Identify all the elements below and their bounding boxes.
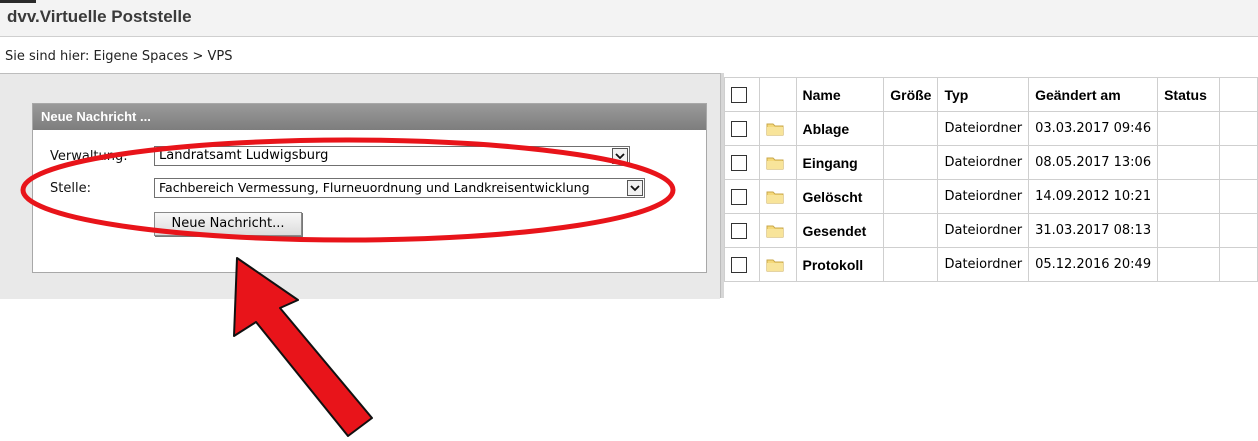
row-icon-cell bbox=[759, 213, 797, 248]
row-size bbox=[883, 111, 939, 146]
row-icon-cell bbox=[759, 247, 797, 282]
row-modified: 31.03.2017 08:13 bbox=[1028, 213, 1159, 248]
table-header-row: Name Größe Typ Geändert am Status bbox=[723, 77, 1258, 112]
row-checkbox[interactable] bbox=[731, 256, 747, 273]
verwaltung-select[interactable]: Landratsamt Ludwigsburg bbox=[154, 146, 630, 166]
row-type: Dateiordner bbox=[937, 145, 1030, 180]
chevron-down-icon[interactable] bbox=[612, 148, 628, 164]
folder-icon bbox=[766, 225, 784, 237]
row-type: Dateiordner bbox=[937, 179, 1030, 214]
row-status bbox=[1157, 247, 1220, 282]
column-header-modified[interactable]: Geändert am bbox=[1028, 77, 1159, 112]
row-modified: 03.03.2017 09:46 bbox=[1028, 111, 1159, 146]
header-icon-cell bbox=[759, 77, 797, 112]
row-select-cell bbox=[723, 213, 761, 248]
stelle-select-value: Fachbereich Vermessung, Flurneuordnung u… bbox=[159, 180, 590, 195]
row-name[interactable]: Eingang bbox=[795, 145, 885, 180]
row-type: Dateiordner bbox=[937, 247, 1030, 282]
column-header-status[interactable]: Status bbox=[1157, 77, 1220, 112]
panel-header-title: Neue Nachricht ... bbox=[41, 109, 151, 124]
folder-icon bbox=[766, 191, 784, 203]
column-header-name[interactable]: Name bbox=[795, 77, 885, 112]
row-modified: 05.12.2016 20:49 bbox=[1028, 247, 1159, 282]
column-header-type[interactable]: Typ bbox=[937, 77, 1030, 112]
row-size bbox=[883, 145, 939, 180]
new-message-button[interactable]: Neue Nachricht... bbox=[154, 212, 302, 236]
table-row[interactable]: Eingang Dateiordner 08.05.2017 13:06 bbox=[723, 145, 1258, 180]
row-status bbox=[1157, 213, 1220, 248]
row-extra bbox=[1218, 111, 1258, 146]
row-name[interactable]: Gelöscht bbox=[795, 179, 885, 214]
row-modified: 14.09.2012 10:21 bbox=[1028, 179, 1159, 214]
row-name[interactable]: Protokoll bbox=[795, 247, 885, 282]
header-select-cell bbox=[723, 77, 761, 112]
chevron-down-icon[interactable] bbox=[627, 180, 643, 196]
row-extra bbox=[1218, 247, 1258, 282]
row-status bbox=[1157, 111, 1220, 146]
row-checkbox[interactable] bbox=[731, 188, 747, 205]
select-all-checkbox[interactable] bbox=[731, 87, 747, 104]
title-accent bbox=[0, 0, 36, 3]
stelle-select[interactable]: Fachbereich Vermessung, Flurneuordnung u… bbox=[154, 178, 645, 198]
row-name[interactable]: Gesendet bbox=[795, 213, 885, 248]
folder-icon bbox=[766, 157, 784, 169]
app-title: dvv.Virtuelle Poststelle bbox=[7, 7, 192, 26]
header-extra-cell bbox=[1218, 77, 1258, 112]
panel-header: Neue Nachricht ... bbox=[33, 104, 706, 130]
row-size bbox=[883, 213, 939, 248]
row-select-cell bbox=[723, 247, 761, 282]
row-name[interactable]: Ablage bbox=[795, 111, 885, 146]
folder-icon bbox=[766, 123, 784, 135]
row-select-cell bbox=[723, 111, 761, 146]
row-checkbox[interactable] bbox=[731, 120, 747, 137]
table-row[interactable]: Gelöscht Dateiordner 14.09.2012 10:21 bbox=[723, 179, 1258, 214]
verwaltung-label: Verwaltung: bbox=[50, 149, 128, 164]
folder-table: Name Größe Typ Geändert am Status Ablage… bbox=[723, 77, 1258, 282]
row-checkbox[interactable] bbox=[731, 222, 747, 239]
row-modified: 08.05.2017 13:06 bbox=[1028, 145, 1159, 180]
row-type: Dateiordner bbox=[937, 111, 1030, 146]
table-row[interactable]: Protokoll Dateiordner 05.12.2016 20:49 bbox=[723, 247, 1258, 282]
table-row[interactable]: Ablage Dateiordner 03.03.2017 09:46 bbox=[723, 111, 1258, 146]
row-icon-cell bbox=[759, 145, 797, 180]
breadcrumb: Sie sind hier: Eigene Spaces > VPS bbox=[5, 49, 233, 64]
folder-icon bbox=[766, 259, 784, 271]
row-size bbox=[883, 247, 939, 282]
column-header-size[interactable]: Größe bbox=[883, 77, 939, 112]
row-select-cell bbox=[723, 179, 761, 214]
stelle-label: Stelle: bbox=[50, 181, 91, 196]
row-icon-cell bbox=[759, 111, 797, 146]
row-status bbox=[1157, 145, 1220, 180]
row-type: Dateiordner bbox=[937, 213, 1030, 248]
row-size bbox=[883, 179, 939, 214]
app-title-bar: dvv.Virtuelle Poststelle bbox=[0, 0, 1258, 37]
row-extra bbox=[1218, 145, 1258, 180]
row-extra bbox=[1218, 213, 1258, 248]
row-checkbox[interactable] bbox=[731, 154, 747, 171]
verwaltung-select-value: Landratsamt Ludwigsburg bbox=[159, 148, 329, 163]
table-row[interactable]: Gesendet Dateiordner 31.03.2017 08:13 bbox=[723, 213, 1258, 248]
row-extra bbox=[1218, 179, 1258, 214]
row-select-cell bbox=[723, 145, 761, 180]
row-status bbox=[1157, 179, 1220, 214]
row-icon-cell bbox=[759, 179, 797, 214]
